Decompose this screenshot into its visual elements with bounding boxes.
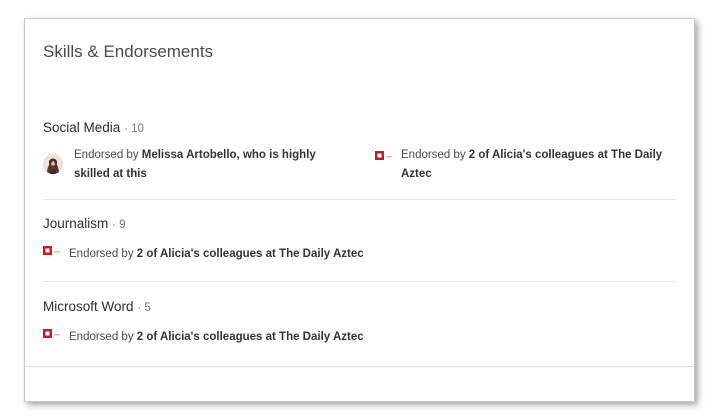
skill-item[interactable]: Journalism · 9 xyxy=(43,216,676,231)
separator: · xyxy=(112,219,116,231)
skill-name[interactable]: Journalism xyxy=(43,216,108,231)
endorsement-text: Endorsed by 2 of Alicia's colleagues at … xyxy=(69,331,364,343)
endorsement[interactable]: Endorsed by 2 of Alicia's colleagues at … xyxy=(43,328,443,347)
skill-name[interactable]: Microsoft Word xyxy=(43,299,134,314)
skill-count[interactable]: 10 xyxy=(131,123,144,135)
divider xyxy=(43,199,676,200)
skill-header: Social Media · 10 xyxy=(43,120,676,135)
skill-item[interactable]: Microsoft Word · 5 xyxy=(43,299,676,314)
company-logo-icon[interactable] xyxy=(43,245,61,257)
skill-header: Journalism · 9 xyxy=(43,216,676,231)
skill-header: Microsoft Word · 5 xyxy=(43,299,676,314)
colleagues-link[interactable]: 2 of Alicia's colleagues at The Daily Az… xyxy=(137,248,364,260)
endorsement-text: Endorsed by Melissa Artobello, who is hi… xyxy=(74,149,316,180)
colleagues-link[interactable]: 2 of Alicia's colleagues at The Daily Az… xyxy=(137,331,364,343)
endorser-avatar[interactable] xyxy=(43,154,63,174)
endorsement[interactable]: Endorsed by Melissa Artobello, who is hi… xyxy=(43,146,353,184)
company-logo-icon[interactable] xyxy=(43,328,61,340)
company-logo-icon[interactable] xyxy=(375,150,393,162)
endorsement-text: Endorsed by 2 of Alicia's colleagues at … xyxy=(69,248,364,260)
skill-count[interactable]: 9 xyxy=(119,219,125,231)
section-title: Skills & Endorsements xyxy=(43,42,214,61)
skill-name[interactable]: Social Media xyxy=(43,120,120,135)
separator: · xyxy=(137,302,142,314)
endorsement[interactable]: Endorsed by 2 of Alicia's colleagues at … xyxy=(375,146,665,184)
skill-item[interactable]: Social Media · 10 xyxy=(43,120,676,135)
divider xyxy=(43,281,676,282)
card-footer-divider xyxy=(25,366,694,367)
endorsement[interactable]: Endorsed by 2 of Alicia's colleagues at … xyxy=(43,245,443,264)
endorsement-text: Endorsed by 2 of Alicia's colleagues at … xyxy=(401,149,663,180)
skill-count[interactable]: 5 xyxy=(144,302,150,314)
skills-card: Skills & Endorsements Social Media · 10 … xyxy=(24,18,695,402)
separator: · xyxy=(124,123,128,135)
